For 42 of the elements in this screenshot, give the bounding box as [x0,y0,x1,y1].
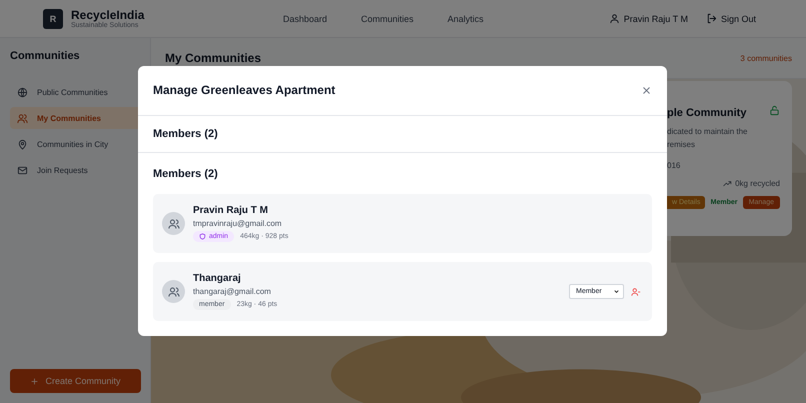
location-pin-icon [17,138,28,150]
community-count: 3 communities [740,54,792,62]
trend-icon [723,179,732,188]
users-icon [17,112,28,124]
nav-link[interactable]: Dashboard [283,14,328,24]
member-name: Thangaraj [193,273,242,284]
logo-icon: R [43,8,63,28]
sidebar-item[interactable]: Join Requests [10,159,150,181]
card-description: remises [667,139,696,151]
members-heading: Members (2) [153,168,219,180]
remove-user-icon [631,286,641,296]
user-name: Pravin Raju T M [624,14,688,24]
nav-link[interactable]: Analytics [448,14,484,24]
plus-icon [30,376,40,386]
member-email: thangaraj@gmail.com [193,287,272,296]
sign-out-icon [706,13,717,24]
create-community-button[interactable]: Create Community [10,369,141,393]
mail-icon [17,164,28,176]
caret-icon [613,288,620,295]
avatar-icon [162,212,185,235]
dialog-title: Manage Greenleaves Apartment [153,83,336,98]
recycled-amount: 0kg recycled [735,179,780,188]
lock-icon [769,104,780,116]
sign-out-link[interactable]: Sign Out [706,13,756,24]
close-icon [641,84,652,96]
card-title: ple Community [667,107,746,119]
sidebar-title: Communities [10,50,81,62]
page-title: My Communities [165,51,262,65]
nav-link[interactable]: Communities [361,14,414,24]
section-heading: Members (2) [138,116,667,153]
globe-icon [17,86,28,98]
card-date: 016 [667,161,682,170]
user-icon [608,13,620,24]
shield-icon [199,233,206,240]
close-button[interactable] [641,84,652,96]
member-email: tmpravinraju@gmail.com [193,219,283,228]
avatar-icon [162,280,185,303]
member-name: Pravin Raju T M [193,205,270,216]
brand-name: RecycleIndia [71,8,144,20]
sidebar-item[interactable]: Public Communities [10,81,150,103]
remove-member-button[interactable] [631,286,641,296]
card-description: dicated to maintain the [667,126,748,138]
